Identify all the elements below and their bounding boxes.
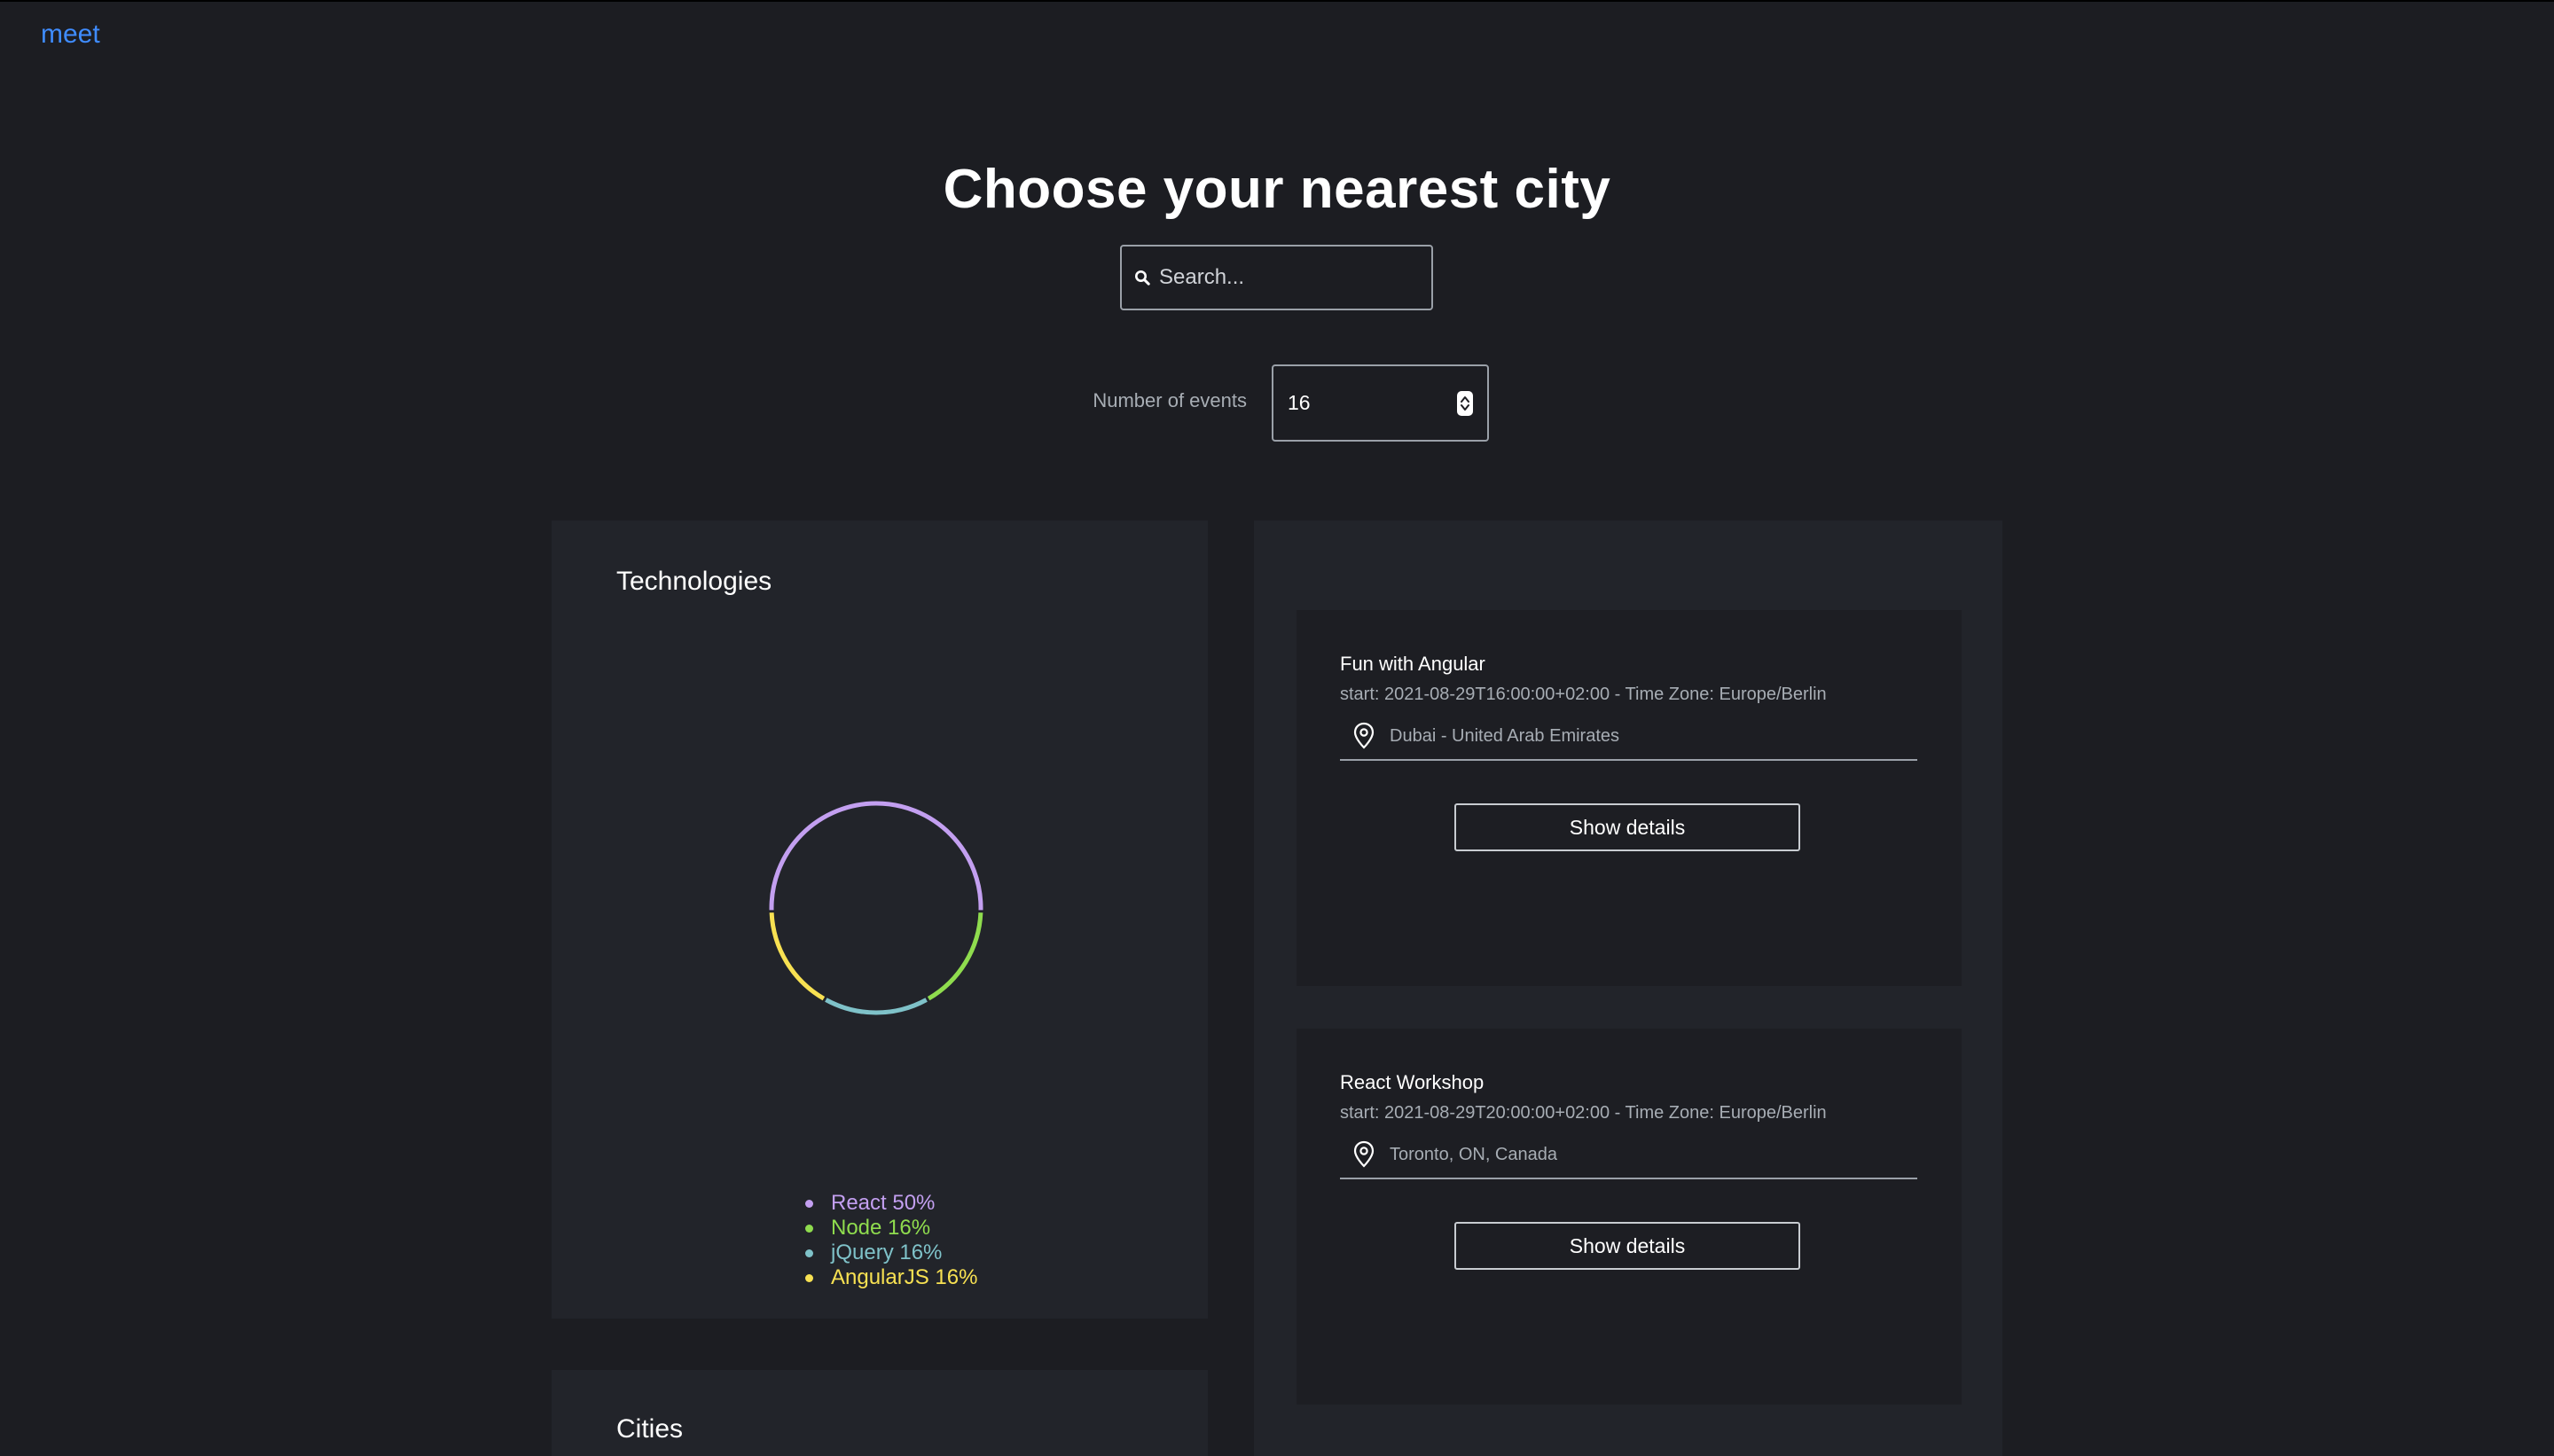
show-details-button[interactable]: Show details (1454, 1222, 1800, 1270)
event-location-text: Dubai - United Arab Emirates (1390, 725, 1620, 746)
app-logo-link[interactable]: meet (41, 20, 100, 50)
events-list: Fun with Angular start: 2021-08-29T16:00… (1254, 521, 2002, 1456)
pie-slice-angularjs (769, 912, 826, 1001)
technologies-panel: Technologies React 50% Node 16% jQuery 16%… (552, 521, 1208, 1319)
page: meet Choose your nearest city Number of … (0, 0, 2554, 1456)
event-location: Dubai - United Arab Emirates (1340, 713, 1917, 761)
stepper-arrows-icon[interactable] (1457, 390, 1473, 416)
number-of-events-input[interactable] (1273, 390, 1457, 416)
city-search-input[interactable] (1150, 265, 1443, 290)
number-of-events-label: Number of events (1093, 389, 1247, 411)
legend-item-jquery: jQuery 16% (805, 1241, 977, 1265)
number-of-events-stepper[interactable] (1272, 364, 1489, 442)
legend-dot-icon (805, 1273, 813, 1282)
legend-dot-icon (805, 1224, 813, 1233)
legend-label: AngularJS 16% (831, 1265, 978, 1289)
legend-item-node: Node 16% (805, 1216, 977, 1241)
technologies-pie-chart (769, 801, 983, 1015)
pie-slice-jquery (825, 998, 928, 1015)
pie-slice-react (769, 801, 983, 911)
show-details-button[interactable]: Show details (1454, 803, 1800, 851)
page-title: Choose your nearest city (943, 159, 1611, 220)
cities-title: Cities (616, 1414, 684, 1444)
event-card: Fun with Angular start: 2021-08-29T16:00… (1297, 610, 1962, 986)
event-start-time: start: 2021-08-29T16:00:00+02:00 - Time … (1340, 685, 1827, 704)
legend-label: jQuery 16% (831, 1241, 943, 1264)
event-location: Toronto, ON, Canada (1340, 1131, 1917, 1179)
location-pin-icon (1352, 1140, 1379, 1169)
technologies-title: Technologies (616, 567, 772, 596)
event-title: React Workshop (1340, 1071, 1485, 1093)
legend-label: Node 16% (831, 1216, 931, 1240)
city-search-box[interactable] (1120, 245, 1443, 310)
technologies-legend: React 50% Node 16% jQuery 16% AngularJS 16% (805, 1191, 977, 1290)
event-card: React Workshop start: 2021-08-29T20:00:0… (1297, 1029, 1962, 1405)
legend-item-angularjs: AngularJS 16% (805, 1265, 977, 1290)
cities-panel: Cities (552, 1370, 1208, 1456)
legend-label: React 50% (831, 1191, 936, 1215)
location-pin-icon (1352, 722, 1379, 750)
legend-dot-icon (805, 1249, 813, 1257)
legend-dot-icon (805, 1199, 813, 1208)
event-start-time: start: 2021-08-29T20:00:00+02:00 - Time … (1340, 1103, 1827, 1123)
event-title: Fun with Angular (1340, 653, 1485, 675)
pie-slice-node (927, 912, 983, 1001)
legend-item-react: React 50% (805, 1191, 977, 1216)
search-icon (1134, 270, 1150, 286)
event-location-text: Toronto, ON, Canada (1390, 1144, 1557, 1164)
